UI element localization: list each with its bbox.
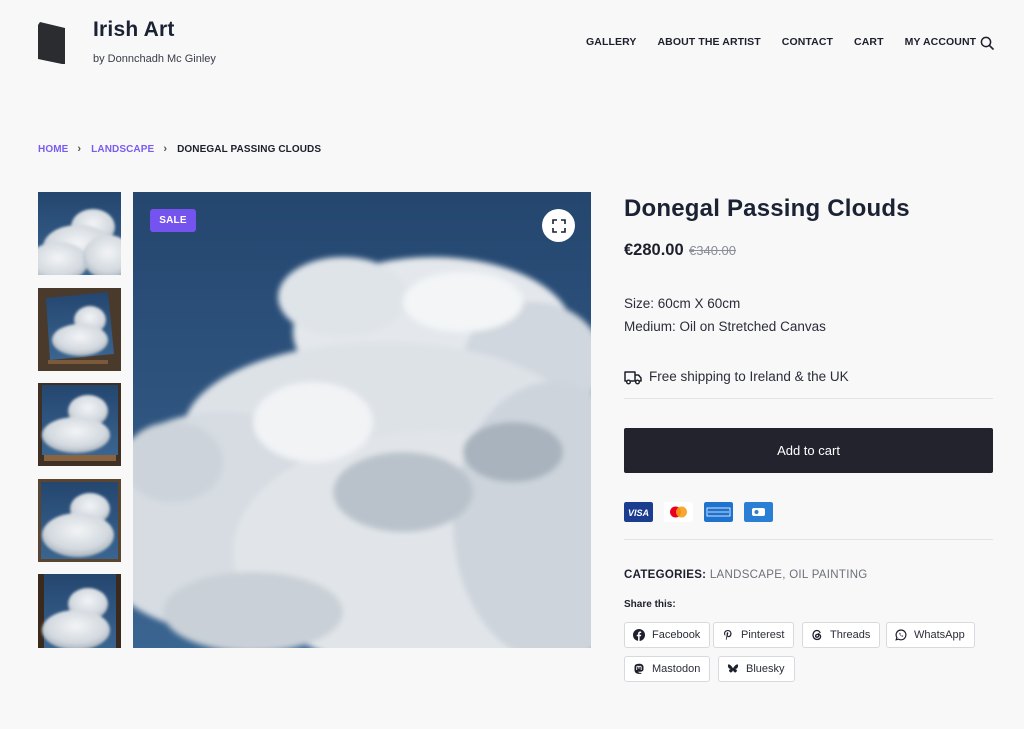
share-bluesky-label: Bluesky [746, 663, 785, 675]
share-pinterest-button[interactable]: Pinterest [713, 622, 795, 648]
share-mastodon-label: Mastodon [652, 663, 701, 675]
fullscreen-button[interactable] [542, 209, 575, 242]
bluesky-icon [727, 664, 739, 673]
share-whatsapp-label: WhatsApp [914, 629, 965, 641]
site-tagline: by Donnchadh Mc Ginley [93, 53, 216, 65]
gallery-thumbnail-3[interactable] [38, 383, 121, 466]
pinterest-icon [724, 630, 732, 640]
mastercard-icon [664, 502, 693, 522]
main-nav: GALLERY ABOUT THE ARTIST CONTACT CART MY… [586, 36, 997, 48]
whatsapp-icon [895, 629, 907, 641]
nav-my-account[interactable]: MY ACCOUNT [905, 36, 977, 48]
chevron-right-icon: › [77, 143, 82, 155]
svg-text:VISA: VISA [628, 508, 649, 518]
shipping-note: Free shipping to Ireland & the UK [649, 369, 849, 384]
facebook-icon [633, 629, 645, 641]
share-pinterest-label: Pinterest [741, 629, 785, 641]
visa-icon: VISA [624, 502, 653, 522]
chevron-right-icon: › [163, 143, 168, 155]
share-threads-button[interactable]: Threads [802, 622, 881, 648]
card-icon [744, 502, 773, 522]
share-facebook-label: Facebook [652, 629, 701, 641]
categories-label: CATEGORIES: [624, 569, 707, 581]
price-current: €280.00 [624, 241, 684, 259]
nav-contact[interactable]: CONTACT [782, 36, 833, 48]
nav-gallery[interactable]: GALLERY [586, 36, 636, 48]
site-logo[interactable] [38, 22, 65, 64]
sale-badge: SALE [150, 209, 196, 232]
product-size: Size: 60cm X 60cm [624, 296, 741, 311]
share-bluesky-button[interactable]: Bluesky [718, 656, 795, 682]
breadcrumb-current: DONEGAL PASSING CLOUDS [177, 143, 322, 155]
gallery-thumbnail-4[interactable] [38, 479, 121, 562]
product-main-image[interactable] [133, 192, 591, 648]
gallery-thumbnail-2[interactable] [38, 288, 121, 371]
divider [624, 539, 993, 540]
share-whatsapp-button[interactable]: WhatsApp [886, 622, 975, 648]
mastodon-icon [634, 663, 644, 674]
share-label: Share this: [624, 599, 676, 610]
threads-icon [812, 629, 822, 641]
breadcrumb: HOME › LANDSCAPE › DONEGAL PASSING CLOUD… [38, 143, 321, 155]
add-to-cart-button[interactable]: Add to cart [624, 428, 993, 473]
gallery-thumbnail-1[interactable] [38, 192, 121, 275]
amex-icon [704, 502, 733, 522]
nav-about-the-artist[interactable]: ABOUT THE ARTIST [657, 36, 760, 48]
price-original: €340.00 [689, 243, 736, 258]
share-mastodon-button[interactable]: Mastodon [624, 656, 711, 682]
gallery-thumbnail-5[interactable] [38, 574, 121, 648]
product-categories: CATEGORIES: LANDSCAPE, OIL PAINTING [624, 569, 868, 581]
breadcrumb-home[interactable]: HOME [38, 144, 68, 155]
category-link-oil-painting[interactable]: OIL PAINTING [789, 569, 867, 581]
share-facebook-button[interactable]: Facebook [624, 622, 711, 648]
truck-icon [624, 371, 642, 385]
category-link-landscape[interactable]: LANDSCAPE [710, 569, 782, 581]
fullscreen-icon [551, 218, 566, 233]
product-title: Donegal Passing Clouds [624, 195, 910, 222]
search-icon[interactable] [980, 36, 994, 50]
nav-cart[interactable]: CART [854, 36, 884, 48]
divider [624, 398, 993, 399]
breadcrumb-landscape[interactable]: LANDSCAPE [91, 144, 154, 155]
product-medium: Medium: Oil on Stretched Canvas [624, 319, 826, 334]
site-title[interactable]: Irish Art [93, 18, 175, 42]
share-threads-label: Threads [830, 629, 871, 641]
